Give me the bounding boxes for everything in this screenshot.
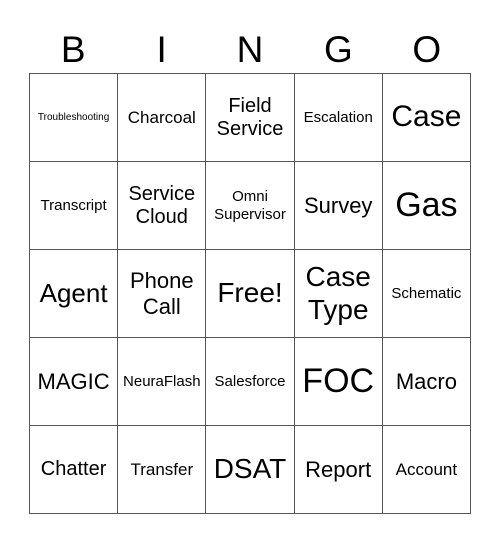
bingo-cell[interactable]: DSAT	[206, 426, 295, 514]
bingo-cell[interactable]: Case	[382, 74, 471, 162]
bingo-cell[interactable]: Transfer	[118, 426, 207, 514]
bingo-cell[interactable]: Transcript	[30, 162, 119, 250]
bingo-cell-free[interactable]: Free!	[206, 250, 295, 338]
bingo-cell[interactable]: Salesforce	[206, 338, 295, 426]
bingo-cell[interactable]: Service Cloud	[118, 162, 207, 250]
header-letter-b: B	[60, 29, 86, 70]
bingo-grid: Troubleshooting Charcoal Field Service E…	[29, 73, 471, 514]
bingo-cell[interactable]: Report	[294, 426, 383, 514]
bingo-cell[interactable]: NeuraFlash	[118, 338, 207, 426]
header-letter-o: O	[412, 29, 442, 70]
bingo-cell[interactable]: Account	[382, 426, 471, 514]
bingo-header: B I N G O	[29, 28, 471, 72]
bingo-cell[interactable]: Survey	[294, 162, 383, 250]
bingo-cell[interactable]: Troubleshooting	[30, 74, 119, 162]
header-letter-g: G	[324, 29, 353, 70]
bingo-cell[interactable]: Macro	[382, 338, 471, 426]
bingo-cell[interactable]: Case Type	[294, 250, 383, 338]
header-letter-i: I	[156, 29, 167, 70]
bingo-cell[interactable]: MAGIC	[30, 338, 119, 426]
bingo-cell[interactable]: Omni Supervisor	[206, 162, 295, 250]
header-letter-n: N	[236, 29, 264, 70]
bingo-cell[interactable]: Chatter	[30, 426, 119, 514]
bingo-cell[interactable]: Field Service	[206, 74, 295, 162]
bingo-cell[interactable]: FOC	[294, 338, 383, 426]
bingo-cell[interactable]: Gas	[382, 162, 471, 250]
bingo-cell[interactable]: Phone Call	[118, 250, 207, 338]
bingo-cell[interactable]: Schematic	[382, 250, 471, 338]
bingo-cell[interactable]: Charcoal	[118, 74, 207, 162]
bingo-cell[interactable]: Agent	[30, 250, 119, 338]
bingo-cell[interactable]: Escalation	[294, 74, 383, 162]
